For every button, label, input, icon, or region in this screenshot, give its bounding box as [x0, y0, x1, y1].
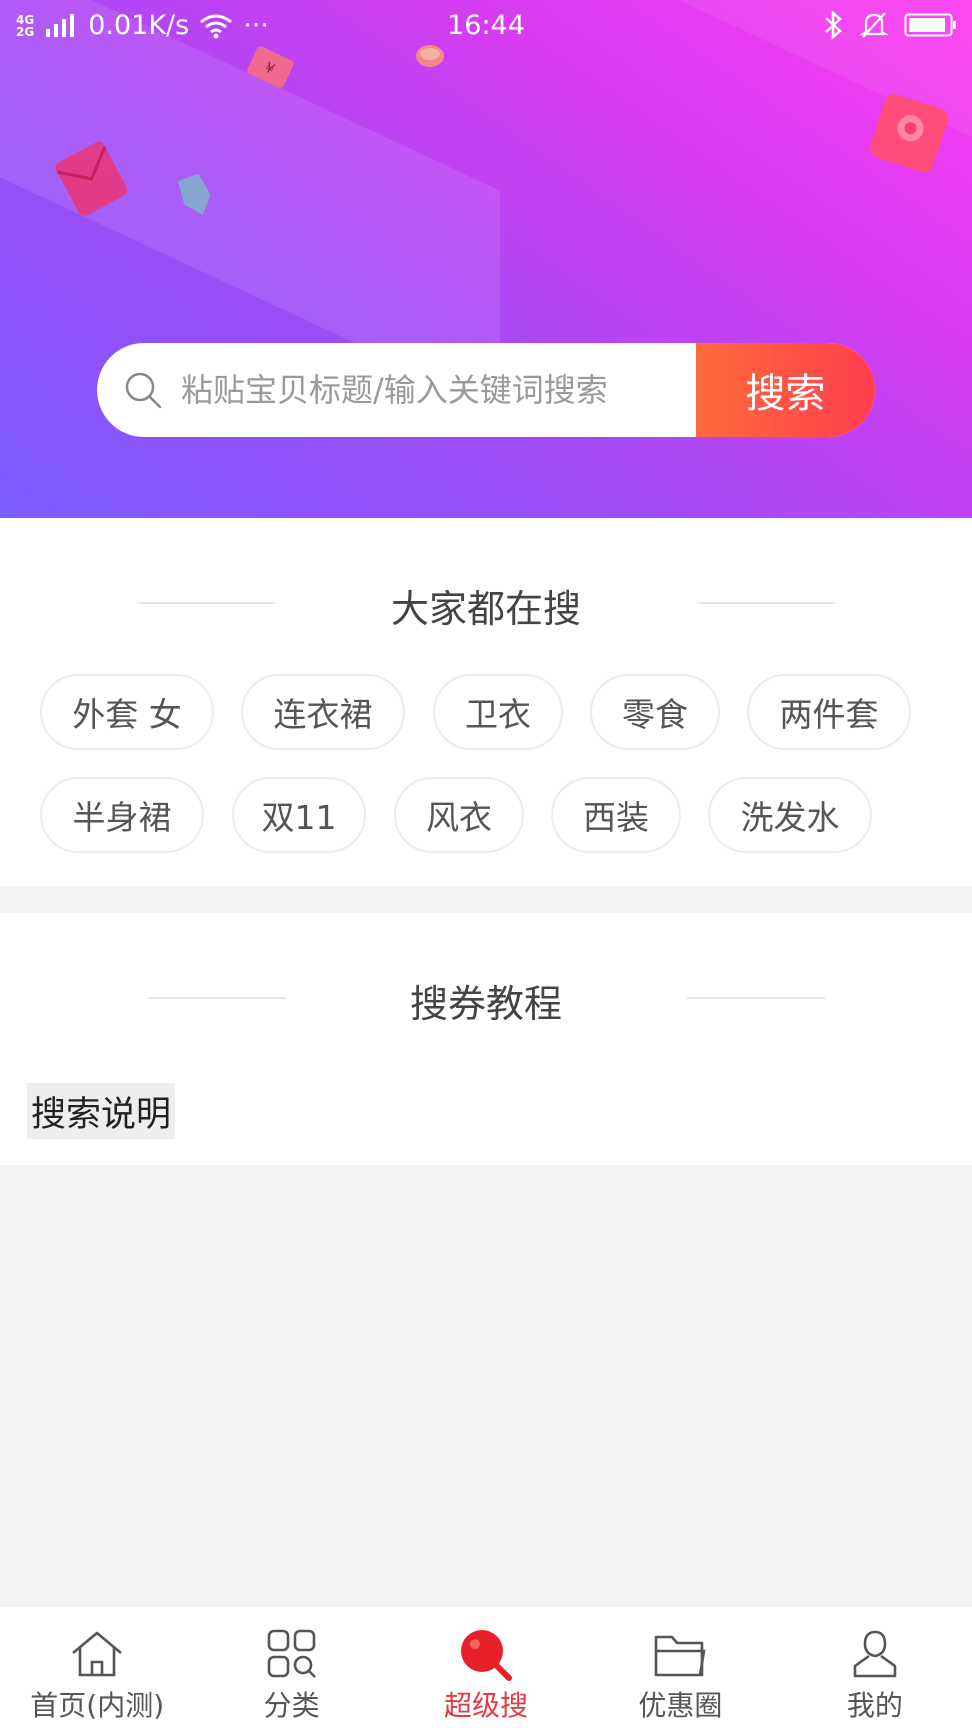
search-explanation-link[interactable]: 搜索说明: [27, 1083, 176, 1139]
tab-label: 分类: [263, 1689, 320, 1722]
category-grid-icon: [267, 1629, 316, 1678]
tutorial-title: 搜券教程: [409, 982, 562, 1026]
hero-banner: ¥ 4G 2G 0.01K/s ··· 16:44 粘贴宝贝标题/输入关键词搜索…: [0, 0, 972, 518]
hot-search-section: 大家都在搜 外套 女 连衣裙 卫衣 零食 两件套 半身裙 双11 风衣 西装 洗…: [0, 518, 972, 886]
hot-tag[interactable]: 双11: [232, 777, 366, 853]
tab-label: 优惠圈: [638, 1689, 723, 1722]
divider: [697, 602, 835, 604]
battery-icon: [904, 13, 956, 37]
tag-decor-icon: [177, 173, 211, 215]
tab-home[interactable]: 首页(内测): [0, 1606, 194, 1728]
search-field-wrapper[interactable]: [97, 343, 696, 437]
tab-label: 我的: [846, 1689, 903, 1722]
search-bar: 搜索: [97, 343, 875, 437]
tab-super-search[interactable]: 超级搜: [389, 1606, 583, 1728]
hot-tag[interactable]: 风衣: [394, 777, 524, 853]
status-bar: 4G 2G 0.01K/s ··· 16:44: [0, 0, 972, 50]
search-button[interactable]: 搜索: [696, 343, 875, 437]
hot-tag[interactable]: 连衣裙: [241, 674, 405, 750]
tab-category[interactable]: 分类: [194, 1606, 388, 1728]
hot-tag[interactable]: 外套 女: [40, 674, 214, 750]
tab-mine[interactable]: 我的: [778, 1606, 972, 1728]
tab-discount-circle[interactable]: 优惠圈: [583, 1606, 777, 1728]
user-icon: [853, 1630, 897, 1678]
hot-tag[interactable]: 零食: [590, 674, 720, 750]
divider: [687, 997, 825, 999]
red-envelope-decor-icon: [55, 141, 128, 216]
hot-tag[interactable]: 洗发水: [708, 777, 872, 853]
home-icon: [72, 1631, 123, 1677]
folder-icon: [655, 1635, 706, 1677]
tutorial-section: 搜券教程 搜索说明: [0, 913, 972, 1165]
hot-tag[interactable]: 西装: [551, 777, 681, 853]
hot-tag[interactable]: 两件套: [747, 674, 911, 750]
bottom-tab-bar: 首页(内测) 分类 超级搜 优惠圈 我的: [0, 1605, 972, 1728]
hot-search-title: 大家都在搜: [390, 587, 581, 631]
super-search-icon: [461, 1630, 513, 1681]
search-icon: [125, 372, 162, 409]
gift-box-decor-icon: [870, 94, 948, 172]
hot-tag[interactable]: 半身裙: [40, 777, 204, 853]
mute-bell-icon: [860, 12, 888, 38]
search-input[interactable]: [181, 371, 661, 409]
hot-tag[interactable]: 卫衣: [433, 674, 563, 750]
bluetooth-icon: [825, 10, 842, 40]
tab-label: 首页(内测): [30, 1689, 165, 1722]
tab-label: 超级搜: [444, 1689, 529, 1722]
